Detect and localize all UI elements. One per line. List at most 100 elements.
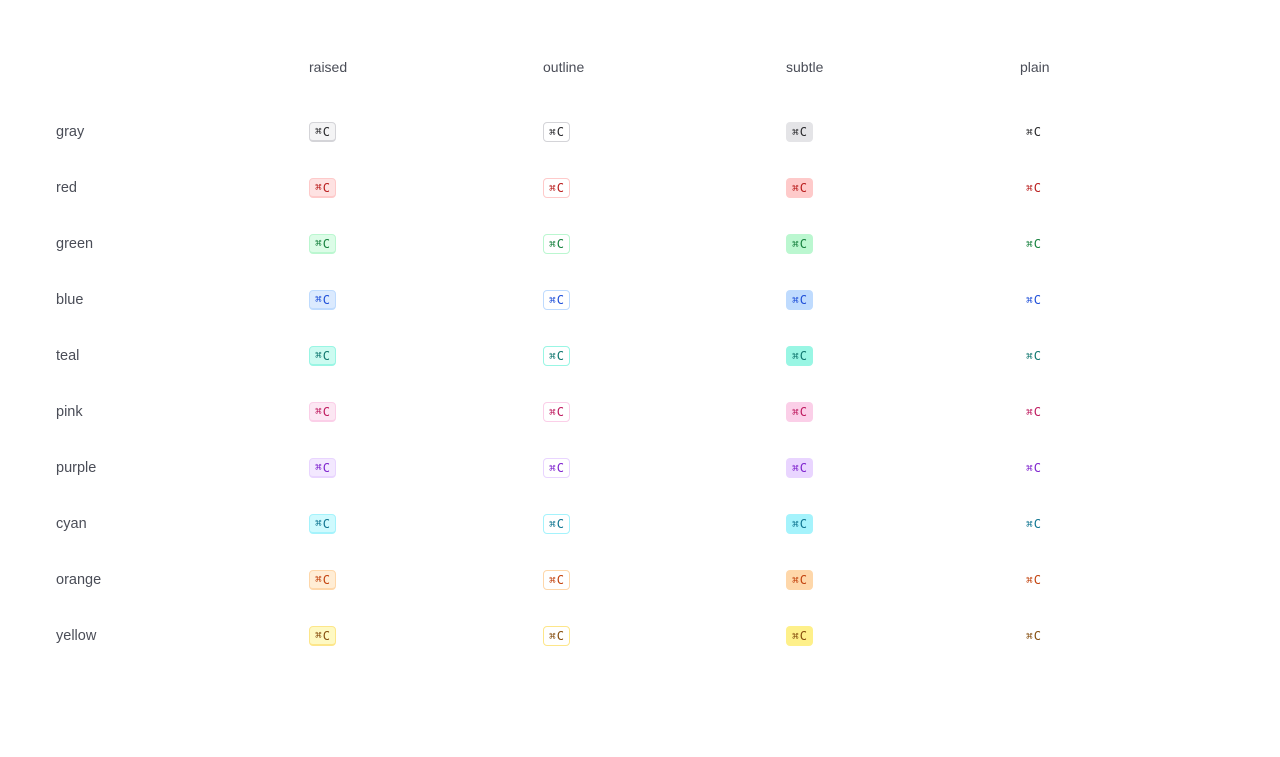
command-key-icon: ⌘ <box>315 629 322 642</box>
command-key-icon: ⌘ <box>549 629 556 643</box>
kbd-key-char: C <box>1033 461 1041 475</box>
kbd-key-char: C <box>322 404 330 419</box>
kbd-purple-subtle: ⌘ C <box>786 458 813 478</box>
kbd-key-char: C <box>556 629 564 643</box>
command-key-icon: ⌘ <box>549 573 556 587</box>
kbd-cell-cyan-outline: ⌘ C <box>543 514 786 534</box>
kbd-key-char: C <box>322 460 330 475</box>
command-key-icon: ⌘ <box>315 125 322 138</box>
kbd-cell-yellow-subtle: ⌘ C <box>786 626 1020 646</box>
kbd-key-char: C <box>556 573 564 587</box>
kbd-key-char: C <box>799 181 807 195</box>
command-key-icon: ⌘ <box>792 293 799 307</box>
kbd-cell-yellow-outline: ⌘ C <box>543 626 786 646</box>
kbd-key-char: C <box>556 349 564 363</box>
kbd-green-raised: ⌘ C <box>309 234 336 254</box>
kbd-key-char: C <box>799 629 807 643</box>
kbd-key-char: C <box>799 573 807 587</box>
kbd-blue-subtle: ⌘ C <box>786 290 813 310</box>
column-header-plain: plain <box>1020 59 1050 75</box>
kbd-cell-orange-plain: ⌘ C <box>1020 570 1254 590</box>
kbd-yellow-subtle: ⌘ C <box>786 626 813 646</box>
kbd-teal-raised: ⌘ C <box>309 346 336 366</box>
command-key-icon: ⌘ <box>1026 461 1033 475</box>
command-key-icon: ⌘ <box>315 461 322 474</box>
kbd-key-char: C <box>799 293 807 307</box>
command-key-icon: ⌘ <box>792 125 799 139</box>
command-key-icon: ⌘ <box>1026 237 1033 251</box>
kbd-red-outline: ⌘ C <box>543 178 570 198</box>
kbd-blue-plain: ⌘ C <box>1020 290 1047 310</box>
column-header-raised: raised <box>309 59 348 75</box>
kbd-teal-plain: ⌘ C <box>1020 346 1047 366</box>
kbd-key-char: C <box>322 124 330 139</box>
command-key-icon: ⌘ <box>792 181 799 195</box>
command-key-icon: ⌘ <box>549 293 556 307</box>
kbd-cyan-plain: ⌘ C <box>1020 514 1047 534</box>
kbd-cell-red-raised: ⌘ C <box>309 178 543 198</box>
kbd-pink-subtle: ⌘ C <box>786 402 813 422</box>
command-key-icon: ⌘ <box>1026 517 1033 531</box>
row-label-pink: pink <box>56 404 83 420</box>
kbd-cell-pink-plain: ⌘ C <box>1020 402 1254 422</box>
kbd-key-char: C <box>799 125 807 139</box>
kbd-green-outline: ⌘ C <box>543 234 570 254</box>
command-key-icon: ⌘ <box>792 517 799 531</box>
kbd-purple-raised: ⌘ C <box>309 458 336 478</box>
command-key-icon: ⌘ <box>792 573 799 587</box>
kbd-cell-green-raised: ⌘ C <box>309 234 543 254</box>
command-key-icon: ⌘ <box>1026 293 1033 307</box>
kbd-cell-gray-outline: ⌘ C <box>543 122 786 142</box>
kbd-key-char: C <box>1033 517 1041 531</box>
command-key-icon: ⌘ <box>315 237 322 250</box>
command-key-icon: ⌘ <box>792 349 799 363</box>
kbd-key-char: C <box>556 405 564 419</box>
kbd-key-char: C <box>1033 125 1041 139</box>
kbd-cell-gray-plain: ⌘ C <box>1020 122 1254 142</box>
row-label-purple: purple <box>56 460 97 476</box>
kbd-cell-blue-subtle: ⌘ C <box>786 290 1020 310</box>
kbd-cell-purple-outline: ⌘ C <box>543 458 786 478</box>
kbd-key-char: C <box>1033 349 1041 363</box>
kbd-orange-raised: ⌘ C <box>309 570 336 590</box>
kbd-yellow-plain: ⌘ C <box>1020 626 1047 646</box>
command-key-icon: ⌘ <box>792 237 799 251</box>
kbd-cell-green-outline: ⌘ C <box>543 234 786 254</box>
kbd-cell-purple-raised: ⌘ C <box>309 458 543 478</box>
kbd-cyan-outline: ⌘ C <box>543 514 570 534</box>
kbd-variant-grid: raised outline subtle plain gray ⌘ C ⌘ C ⌘ C ⌘ C… <box>56 48 1254 664</box>
row-label-cyan: cyan <box>56 516 87 532</box>
kbd-key-char: C <box>799 405 807 419</box>
row-label-orange: orange <box>56 572 102 588</box>
kbd-key-char: C <box>556 125 564 139</box>
command-key-icon: ⌘ <box>792 461 799 475</box>
command-key-icon: ⌘ <box>549 237 556 251</box>
kbd-cell-red-plain: ⌘ C <box>1020 178 1254 198</box>
kbd-key-char: C <box>1033 629 1041 643</box>
kbd-cell-teal-subtle: ⌘ C <box>786 346 1020 366</box>
kbd-key-char: C <box>322 292 330 307</box>
command-key-icon: ⌘ <box>549 461 556 475</box>
kbd-yellow-raised: ⌘ C <box>309 626 336 646</box>
command-key-icon: ⌘ <box>549 517 556 531</box>
column-header-subtle: subtle <box>786 59 824 75</box>
kbd-cell-cyan-plain: ⌘ C <box>1020 514 1254 534</box>
kbd-key-char: C <box>1033 405 1041 419</box>
command-key-icon: ⌘ <box>315 405 322 418</box>
kbd-orange-subtle: ⌘ C <box>786 570 813 590</box>
kbd-cell-pink-outline: ⌘ C <box>543 402 786 422</box>
command-key-icon: ⌘ <box>1026 405 1033 419</box>
kbd-pink-outline: ⌘ C <box>543 402 570 422</box>
command-key-icon: ⌘ <box>1026 181 1033 195</box>
kbd-cell-cyan-raised: ⌘ C <box>309 514 543 534</box>
kbd-cell-cyan-subtle: ⌘ C <box>786 514 1020 534</box>
command-key-icon: ⌘ <box>315 181 322 194</box>
kbd-cyan-raised: ⌘ C <box>309 514 336 534</box>
kbd-key-char: C <box>322 572 330 587</box>
kbd-red-subtle: ⌘ C <box>786 178 813 198</box>
kbd-key-char: C <box>799 349 807 363</box>
kbd-cell-orange-raised: ⌘ C <box>309 570 543 590</box>
kbd-key-char: C <box>556 237 564 251</box>
kbd-cell-purple-subtle: ⌘ C <box>786 458 1020 478</box>
kbd-red-raised: ⌘ C <box>309 178 336 198</box>
